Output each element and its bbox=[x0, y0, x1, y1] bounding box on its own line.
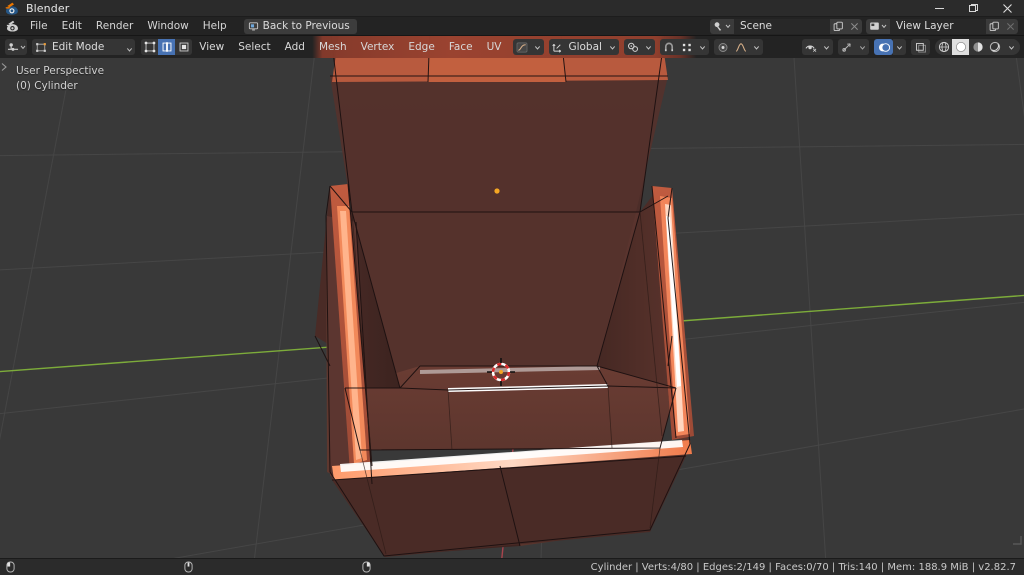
chevron-down-icon bbox=[856, 39, 869, 55]
back-to-previous-label: Back to Previous bbox=[262, 20, 350, 32]
close-button[interactable] bbox=[990, 0, 1024, 17]
scene-selector[interactable]: Scene bbox=[710, 18, 862, 34]
falloff-curve-icon[interactable] bbox=[732, 39, 750, 55]
blender-application-window: Blender File Edit Render Window Help Bac… bbox=[0, 0, 1024, 575]
status-bar: Cylinder | Verts:4/80 | Edges:2/149 | Fa… bbox=[0, 558, 1024, 575]
menu-file[interactable]: File bbox=[23, 19, 55, 34]
wireframe-sphere-icon[interactable] bbox=[935, 39, 952, 55]
menu-render[interactable]: Render bbox=[89, 19, 140, 34]
maximize-button[interactable] bbox=[956, 0, 990, 17]
object-visibility-selector[interactable] bbox=[802, 39, 833, 55]
viewport-menu-vertex[interactable]: Vertex bbox=[354, 36, 402, 58]
mesh-cylinder bbox=[314, 36, 694, 557]
interaction-mode-selector[interactable]: Edit Mode bbox=[32, 38, 136, 57]
3d-viewport[interactable] bbox=[0, 36, 1024, 558]
chevron-down-icon[interactable] bbox=[696, 39, 709, 55]
gizmo-icon bbox=[838, 39, 856, 55]
overlays-icon[interactable] bbox=[874, 39, 893, 55]
scene-name[interactable]: Scene bbox=[734, 18, 830, 34]
transform-orientation-label: Global bbox=[568, 41, 602, 53]
interaction-mode-label: Edit Mode bbox=[52, 41, 105, 53]
viewport-header-right-group bbox=[797, 39, 1024, 55]
screen-back-icon bbox=[248, 17, 259, 36]
window-title: Blender bbox=[26, 1, 70, 15]
snap-magnet-icon[interactable] bbox=[660, 39, 678, 55]
scene-and-layer-controls: Scene View Layer bbox=[710, 18, 1024, 34]
transform-orientation-selector[interactable]: Global bbox=[549, 39, 619, 55]
scene-statistics: Cylinder | Verts:4/80 | Edges:2/149 | Fa… bbox=[590, 561, 1016, 573]
face-select-icon[interactable] bbox=[175, 39, 193, 55]
chevron-down-icon[interactable] bbox=[750, 39, 763, 55]
viewport-scroll-corner[interactable] bbox=[1012, 530, 1022, 545]
material-sphere-icon[interactable] bbox=[969, 39, 986, 55]
viewport-canvas[interactable] bbox=[0, 36, 1024, 558]
viewport-menu-face[interactable]: Face bbox=[442, 36, 480, 58]
chevron-down-icon bbox=[820, 39, 833, 55]
viewport-header: Edit Mode View Select Add Mesh Vertex Ed… bbox=[0, 36, 1024, 58]
pivot-point-selector[interactable] bbox=[623, 39, 655, 55]
orientation-icon bbox=[549, 39, 567, 55]
mesh-select-mode-group bbox=[141, 39, 193, 55]
rendered-sphere-icon[interactable] bbox=[986, 39, 1003, 55]
viewport-menu-select[interactable]: Select bbox=[231, 36, 277, 58]
chevron-down-icon bbox=[126, 38, 133, 57]
mouse-left-icon bbox=[6, 561, 15, 573]
mouse-middle-icon bbox=[184, 561, 193, 573]
new-scene-icon[interactable] bbox=[830, 18, 846, 34]
shading-chevron-down-icon[interactable] bbox=[1003, 39, 1020, 55]
overlays-group[interactable] bbox=[874, 39, 906, 55]
mouse-right-icon bbox=[362, 561, 371, 573]
viewport-menu-add[interactable]: Add bbox=[278, 36, 312, 58]
main-menu-bar: File Edit Render Window Help Back to Pre… bbox=[0, 17, 1024, 36]
vertex-select-icon[interactable] bbox=[141, 39, 159, 55]
menu-help[interactable]: Help bbox=[196, 19, 234, 34]
minimize-button[interactable] bbox=[922, 0, 956, 17]
chevron-down-icon bbox=[606, 39, 619, 55]
edit-mode-icon bbox=[32, 39, 50, 55]
chevron-down-icon bbox=[642, 39, 655, 55]
menu-edit[interactable]: Edit bbox=[55, 19, 89, 34]
visibility-eye-icon bbox=[802, 39, 820, 55]
viewport-shading-group bbox=[935, 39, 1020, 55]
viewport-menu-edge[interactable]: Edge bbox=[401, 36, 441, 58]
snapping-group[interactable] bbox=[659, 39, 709, 55]
pivot-icon bbox=[624, 39, 642, 55]
chevron-down-icon[interactable] bbox=[893, 39, 906, 55]
view-layer-icon[interactable] bbox=[866, 18, 890, 34]
scene-icon[interactable] bbox=[710, 18, 734, 34]
back-to-previous-button[interactable]: Back to Previous bbox=[243, 17, 357, 36]
chevron-right-icon[interactable] bbox=[0, 62, 8, 75]
window-controls bbox=[922, 0, 1024, 17]
view-layer-name[interactable]: View Layer bbox=[890, 18, 986, 34]
editor-type-icon[interactable] bbox=[5, 39, 27, 55]
gizmo-selector[interactable] bbox=[838, 39, 869, 55]
viewport-menu-mesh[interactable]: Mesh bbox=[312, 36, 354, 58]
menu-window[interactable]: Window bbox=[140, 19, 195, 34]
viewport-menu-uv[interactable]: UV bbox=[480, 36, 509, 58]
view-layer-selector[interactable]: View Layer bbox=[866, 18, 1018, 34]
xray-toggle-icon[interactable] bbox=[911, 39, 930, 55]
blender-logo-icon bbox=[5, 2, 21, 15]
snap-to-grid-icon[interactable] bbox=[678, 39, 696, 55]
new-view-layer-icon[interactable] bbox=[986, 18, 1002, 34]
proportional-curve-icon bbox=[513, 39, 531, 55]
solid-sphere-icon[interactable] bbox=[952, 39, 969, 55]
chevron-down-icon bbox=[531, 39, 544, 55]
proportional-falloff-selector[interactable] bbox=[513, 39, 545, 55]
proportional-editing-group[interactable] bbox=[713, 39, 763, 55]
unlink-view-layer-button[interactable] bbox=[1002, 18, 1018, 34]
window-title-bar: Blender bbox=[0, 0, 1024, 17]
blender-icon[interactable] bbox=[3, 17, 23, 36]
edge-select-icon[interactable] bbox=[158, 39, 176, 55]
proportional-dot-icon[interactable] bbox=[714, 39, 732, 55]
unlink-scene-button[interactable] bbox=[846, 18, 862, 34]
object-origin-icon bbox=[494, 188, 500, 194]
viewport-menu-view[interactable]: View bbox=[192, 36, 231, 58]
